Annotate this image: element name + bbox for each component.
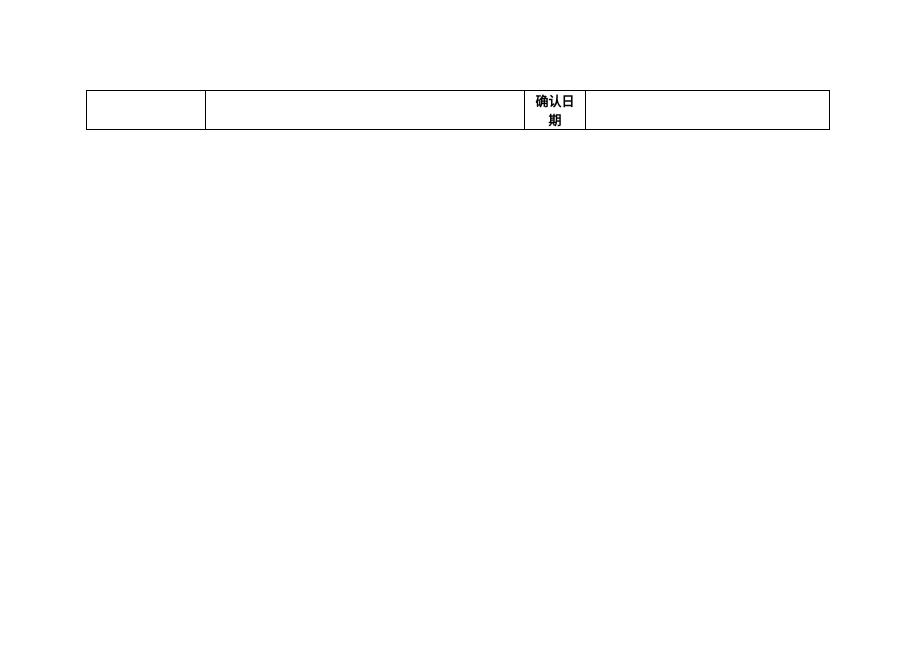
form-table: 确认日期 [86, 90, 829, 130]
cell-1 [87, 91, 206, 130]
table: 确认日期 [86, 90, 830, 130]
cell-2 [206, 91, 525, 130]
cell-confirm-date-label: 确认日期 [525, 91, 586, 130]
cell-confirm-date-value [586, 91, 830, 130]
table-row: 确认日期 [87, 91, 830, 130]
